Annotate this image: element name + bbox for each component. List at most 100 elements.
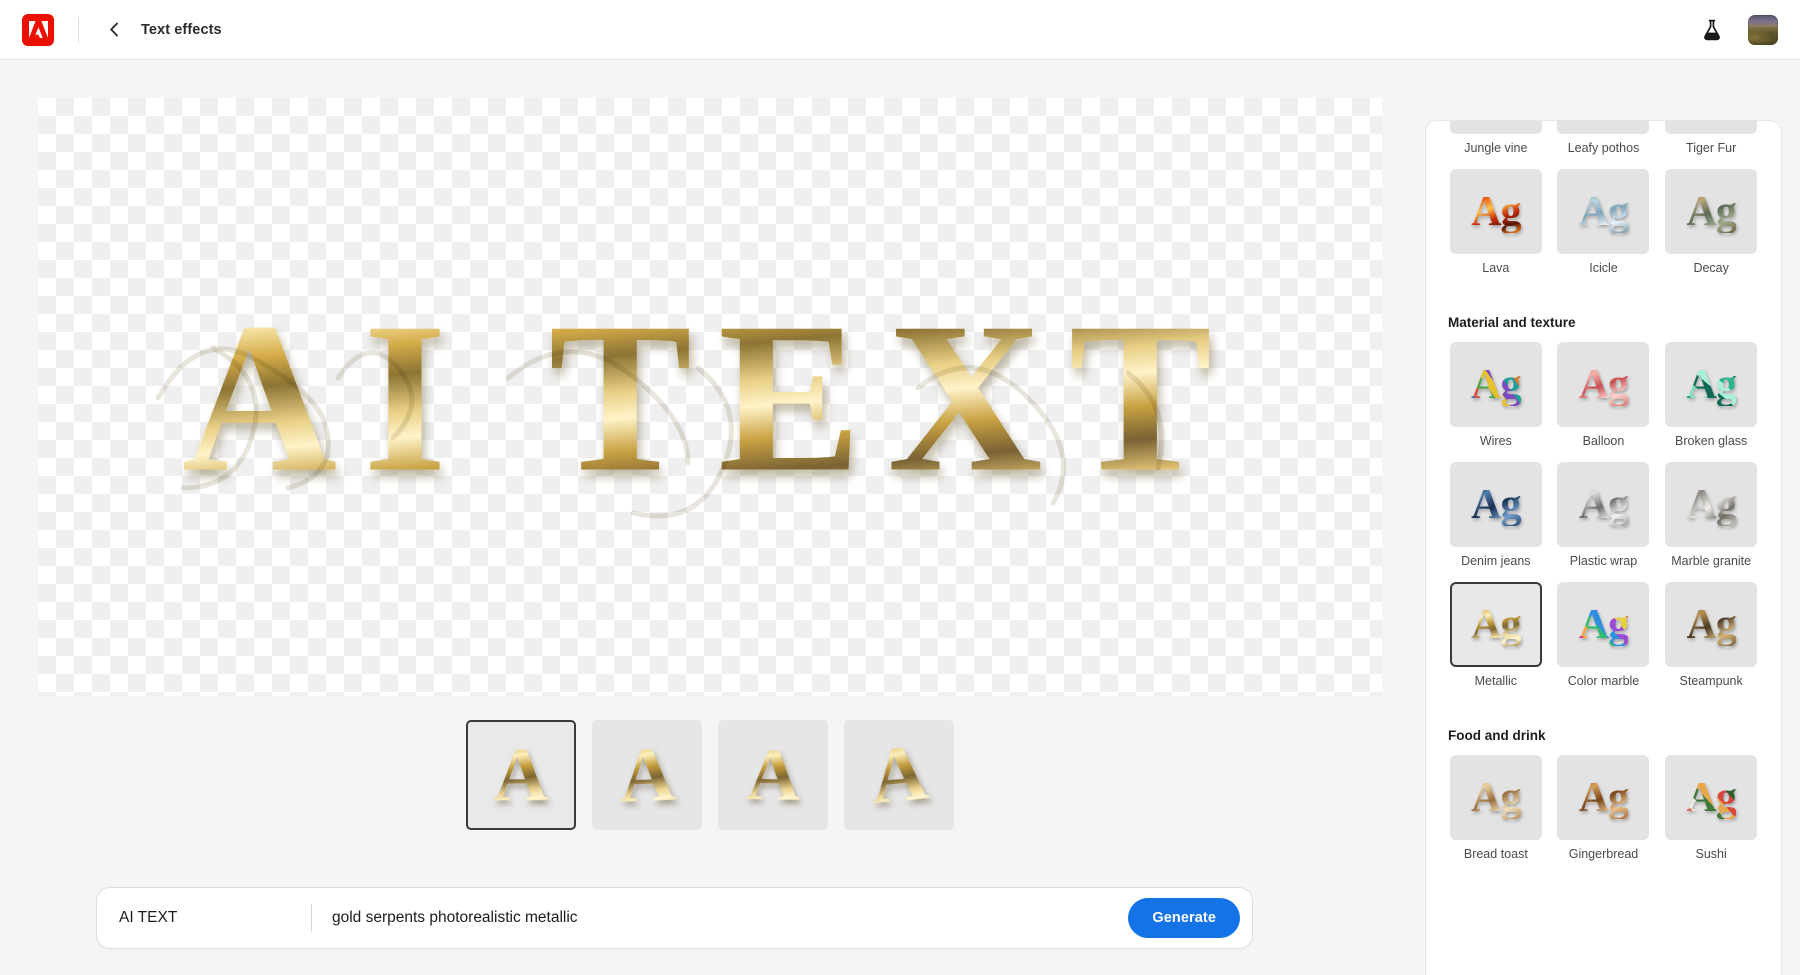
effects-grid-food: Ag Bread toast Ag Gingerbread Ag — [1448, 755, 1759, 875]
effect-sample-glyph: Ag — [1686, 484, 1735, 526]
effect-label: Color marble — [1568, 674, 1640, 688]
effect-label: Wires — [1480, 434, 1512, 448]
effect-tile-steampunk[interactable]: Ag Steampunk — [1663, 582, 1759, 688]
artwork-canvas[interactable]: AI TEXT — [38, 98, 1382, 696]
effect-label: Decay — [1693, 261, 1728, 275]
effect-thumbnail: Ag — [1557, 755, 1649, 840]
effect-thumbnail: Ag — [1665, 121, 1757, 134]
effect-thumbnail: Ag — [1557, 169, 1649, 254]
effect-tile-metallic[interactable]: Ag Metallic — [1448, 582, 1544, 688]
effect-label: Tiger Fur — [1686, 141, 1736, 155]
effect-label: Bread toast — [1464, 847, 1528, 861]
effect-tile-broken-glass[interactable]: Ag Broken glass — [1663, 342, 1759, 448]
effect-sample-glyph: Ag — [1471, 364, 1520, 406]
effect-sample-glyph: Ag — [1471, 484, 1520, 526]
adobe-logo-icon[interactable] — [22, 14, 54, 46]
effect-tile-icicle[interactable]: Ag Icicle — [1556, 169, 1652, 275]
effect-tile-tiger-fur[interactable]: Ag Tiger Fur — [1663, 121, 1759, 155]
prompt-divider — [311, 904, 312, 932]
effect-label: Lava — [1482, 261, 1509, 275]
artwork-text: AI TEXT — [38, 290, 1382, 505]
effect-tile-gingerbread[interactable]: Ag Gingerbread — [1556, 755, 1652, 861]
effect-sample-glyph: Ag — [1471, 777, 1520, 819]
header-actions — [1698, 15, 1778, 45]
effect-tile-color-marble[interactable]: Ag Color marble — [1556, 582, 1652, 688]
work-area: AI TEXT A A A — [0, 60, 1420, 975]
effect-thumbnail: Ag — [1665, 342, 1757, 427]
effect-thumbnail: Ag — [1665, 582, 1757, 667]
effect-tile-marble-granite[interactable]: Ag Marble granite — [1663, 462, 1759, 568]
effect-tile-leafy-pothos[interactable]: Ag Leafy pothos — [1556, 121, 1652, 155]
effect-label: Jungle vine — [1464, 141, 1527, 155]
effect-label: Metallic — [1475, 674, 1517, 688]
prompt-bar: AI TEXT gold serpents photorealistic met… — [96, 887, 1253, 949]
variant-glyph: A — [867, 733, 931, 817]
effect-thumbnail: Ag — [1450, 462, 1542, 547]
app-header: Text effects — [0, 0, 1800, 60]
effect-label: Balloon — [1583, 434, 1625, 448]
effect-sample-glyph: Ag — [1471, 604, 1520, 646]
variant-thumbnail-2[interactable]: A — [592, 720, 702, 830]
effect-sample-glyph: Ag — [1579, 484, 1628, 526]
variant-thumbnail-1[interactable]: A — [466, 720, 576, 830]
effects-scroll-region[interactable]: Ag Jungle vine Ag Leafy pothos Ag — [1426, 121, 1781, 975]
effect-description-input[interactable]: gold serpents photorealistic metallic — [332, 909, 1128, 927]
back-button[interactable] — [101, 17, 127, 43]
effect-sample-glyph: Ag — [1686, 364, 1735, 406]
variant-thumbnail-4[interactable]: A — [844, 720, 954, 830]
beaker-icon[interactable] — [1698, 16, 1726, 44]
page-title: Text effects — [141, 22, 222, 38]
effect-sample-glyph: Ag — [1686, 191, 1735, 233]
effect-thumbnail: Ag — [1450, 342, 1542, 427]
effects-list: Ag Jungle vine Ag Leafy pothos Ag — [1448, 121, 1759, 875]
effect-tile-balloon[interactable]: Ag Balloon — [1556, 342, 1652, 448]
effect-thumbnail: Ag — [1665, 169, 1757, 254]
text-input[interactable]: AI TEXT — [119, 909, 311, 927]
effect-thumbnail: Ag — [1557, 462, 1649, 547]
variant-thumbnails: A A A A — [0, 720, 1420, 830]
effect-thumbnail: Ag — [1557, 342, 1649, 427]
effect-tile-wires[interactable]: Ag Wires — [1448, 342, 1544, 448]
section-heading-material-and-texture: Material and texture — [1448, 315, 1759, 330]
effect-tile-lava[interactable]: Ag Lava — [1448, 169, 1544, 275]
effect-thumbnail: Ag — [1665, 755, 1757, 840]
effect-thumbnail: Ag — [1450, 169, 1542, 254]
effect-sample-glyph: Ag — [1471, 191, 1520, 233]
generate-button[interactable]: Generate — [1128, 898, 1240, 938]
effect-sample-glyph: Ag — [1579, 364, 1628, 406]
effect-tile-plastic-wrap[interactable]: Ag Plastic wrap — [1556, 462, 1652, 568]
effect-sample-glyph: Ag — [1579, 191, 1628, 233]
effect-tile-bread-toast[interactable]: Ag Bread toast — [1448, 755, 1544, 861]
effect-label: Plastic wrap — [1570, 554, 1637, 568]
effect-sample-glyph: Ag — [1686, 777, 1735, 819]
effect-tile-jungle-vine[interactable]: Ag Jungle vine — [1448, 121, 1544, 155]
effect-tile-sushi[interactable]: Ag Sushi — [1663, 755, 1759, 861]
user-avatar[interactable] — [1748, 15, 1778, 45]
effect-thumbnail: Ag — [1450, 121, 1542, 134]
effect-label: Broken glass — [1675, 434, 1747, 448]
effect-sample-glyph: Ag — [1579, 777, 1628, 819]
effects-grid-nature: Ag Jungle vine Ag Leafy pothos Ag — [1448, 121, 1759, 289]
effect-thumbnail: Ag — [1450, 582, 1542, 667]
variant-glyph: A — [745, 737, 800, 812]
effect-label: Icicle — [1589, 261, 1617, 275]
effect-thumbnail: Ag — [1557, 582, 1649, 667]
effect-label: Leafy pothos — [1568, 141, 1640, 155]
effect-label: Sushi — [1696, 847, 1727, 861]
effect-tile-decay[interactable]: Ag Decay — [1663, 169, 1759, 275]
effect-tile-denim-jeans[interactable]: Ag Denim jeans — [1448, 462, 1544, 568]
effect-label: Marble granite — [1671, 554, 1751, 568]
effect-thumbnail: Ag — [1450, 755, 1542, 840]
variant-thumbnail-3[interactable]: A — [718, 720, 828, 830]
effects-grid-material: Ag Wires Ag Balloon Ag Brok — [1448, 342, 1759, 702]
effect-label: Gingerbread — [1569, 847, 1639, 861]
app-body: AI TEXT A A A — [0, 60, 1800, 975]
effect-label: Steampunk — [1680, 674, 1743, 688]
effect-thumbnail: Ag — [1665, 462, 1757, 547]
effect-thumbnail: Ag — [1557, 121, 1649, 134]
effect-sample-glyph: Ag — [1579, 604, 1628, 646]
effect-sample-glyph: Ag — [1686, 604, 1735, 646]
effects-panel: Ag Jungle vine Ag Leafy pothos Ag — [1425, 120, 1782, 975]
variant-glyph: A — [618, 735, 677, 814]
header-divider — [78, 17, 79, 43]
